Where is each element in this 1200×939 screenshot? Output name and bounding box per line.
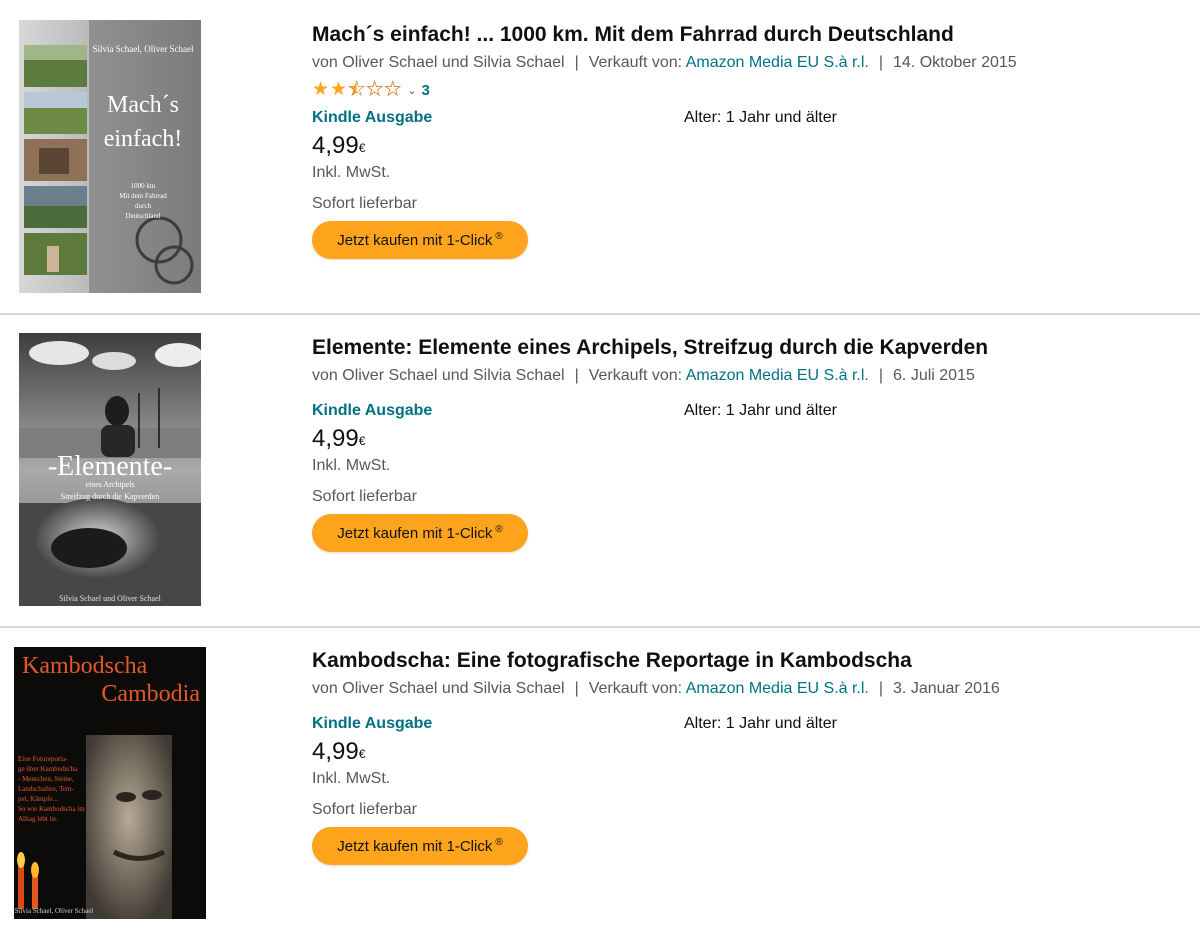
cover-title-line1: Mach´s [107,92,179,118]
price: 4,99€ [312,738,1182,766]
cover-subtitle-line: Mit dem Fahrrad [119,192,167,200]
star-empty-icon: ★ [384,79,402,100]
cover-subtitle-line: durch [135,202,151,210]
cover-authors: Silvia Schael, Oliver Schael [93,44,194,54]
age-rating: Alter: 1 Jahr und älter [684,109,837,126]
vat-note: Inkl. MwSt. [312,770,391,787]
availability-text: Sofort lieferbar [312,801,417,818]
separator: | [878,680,884,697]
search-result: -Elemente- eines Archipels Streifzug dur… [0,313,1200,626]
registered-mark: ® [495,230,503,242]
byline: von Oliver Schael und Silvia Schael | Verk… [312,365,1182,387]
result-details: Elemente: Elemente eines Archipels, Stre… [312,335,1182,552]
book-cover-image[interactable]: Silvia Schael, Oliver Schael Mach´s einf… [19,20,201,293]
cover-blurb-line: Landschaften, Tem- [18,785,74,793]
result-details: Kambodscha: Eine fotografische Reportage… [312,648,1182,865]
separator: | [574,54,579,71]
vat-note: Inkl. MwSt. [312,457,391,474]
age-rating: Alter: 1 Jahr und älter [684,402,837,419]
cover-title-line2: einfach! [104,126,183,152]
buy-now-1-click-button[interactable]: Jetzt kaufen mit 1-Click ® [312,221,528,259]
rating-widget[interactable]: ★ ★ ★ ★ ★ ⌄ 3 [312,79,1182,100]
search-result: Silvia Schael, Oliver Schael Mach´s einf… [0,0,1200,313]
publication-date: 6. Juli 2015 [893,367,975,384]
cover-blurb-line: So wie Kambodscha im [18,805,85,813]
result-details: Mach´s einfach! ... 1000 km. Mit dem Fah… [312,22,1182,259]
buy-button-label: Jetzt kaufen mit 1-Click [337,231,493,249]
product-title-link[interactable]: Kambodscha: Eine fotografische Reportage… [312,648,1182,674]
registered-mark: ® [495,523,503,535]
cover-blurb-line: ge über Kambodscha [18,765,78,773]
book-cover-image[interactable]: -Elemente- eines Archipels Streifzug dur… [19,333,201,606]
byline: von Oliver Schael und Silvia Schael | Verk… [312,678,1182,700]
separator: | [878,367,884,384]
seller-link[interactable]: Amazon Media EU S.à r.l. [686,367,869,384]
product-title-link[interactable]: Elemente: Elemente eines Archipels, Stre… [312,335,1182,361]
buy-button-label: Jetzt kaufen mit 1-Click [337,837,493,855]
authors-text: von Oliver Schael und Silvia Schael [312,367,565,384]
separator: | [878,54,884,71]
star-rating[interactable]: ★ ★ ★ ★ ★ [312,79,402,100]
cover-subtitle-line: Deutschland [126,212,161,220]
star-half-icon: ★ [348,79,366,100]
age-rating: Alter: 1 Jahr und älter [684,715,837,732]
price: 4,99€ [312,425,1182,453]
registered-mark: ® [495,836,503,848]
cover-subtitle-line1: eines Archipels [85,480,134,489]
byline: von Oliver Schael und Silvia Schael | Verk… [312,52,1182,74]
availability-text: Sofort lieferbar [312,195,417,212]
product-title-link[interactable]: Mach´s einfach! ... 1000 km. Mit dem Fah… [312,22,1182,48]
buy-now-1-click-button[interactable]: Jetzt kaufen mit 1-Click ® [312,827,528,865]
price: 4,99€ [312,132,1182,160]
search-result: Kambodscha Cambodia Eine Fotoreporta- ge… [0,626,1200,939]
cover-authors: Silvia Schael und Oliver Schael [59,594,162,603]
publication-date: 14. Oktober 2015 [893,54,1017,71]
sold-by-label: Verkauft von: [588,54,683,71]
star-filled-icon: ★ [312,79,330,100]
rating-count-link[interactable]: 3 [421,82,429,99]
star-empty-icon: ★ [366,79,384,100]
price-value: 4,99 [312,425,359,452]
chevron-down-icon[interactable]: ⌄ [407,84,416,97]
cover-title-line2: Cambodia [101,681,200,707]
cover-authors: Silvia Schael, Oliver Schael [15,907,94,915]
cover-blurb-line: pel, Kämpfe... [18,795,58,803]
book-cover-image[interactable]: Kambodscha Cambodia Eine Fotoreporta- ge… [14,647,206,919]
availability-text: Sofort lieferbar [312,488,417,505]
sold-by-label: Verkauft von: [588,680,683,697]
currency-symbol: € [358,747,366,761]
authors-text: von Oliver Schael und Silvia Schael [312,54,565,71]
buy-now-1-click-button[interactable]: Jetzt kaufen mit 1-Click ® [312,514,528,552]
authors-text: von Oliver Schael und Silvia Schael [312,680,565,697]
price-value: 4,99 [312,132,359,159]
publication-date: 3. Januar 2016 [893,680,1000,697]
separator: | [574,367,579,384]
cover-title-line1: Kambodscha [22,653,148,679]
sold-by-label: Verkauft von: [588,367,683,384]
buy-button-label: Jetzt kaufen mit 1-Click [337,524,493,542]
cover-subtitle-line: 1000 km [131,182,156,190]
star-filled-icon: ★ [330,79,348,100]
currency-symbol: € [358,434,366,448]
price-value: 4,99 [312,738,359,765]
seller-link[interactable]: Amazon Media EU S.à r.l. [686,680,869,697]
cover-subtitle-line2: Streifzug durch die Kapverden [61,492,159,501]
separator: | [574,680,579,697]
cover-blurb-line: Alltag lebt ist. [18,815,58,823]
vat-note: Inkl. MwSt. [312,164,391,181]
seller-link[interactable]: Amazon Media EU S.à r.l. [686,54,869,71]
cover-blurb-line: - Menschen, Steine, [18,775,74,783]
cover-blurb-line: Eine Fotoreporta- [18,755,68,763]
currency-symbol: € [358,141,366,155]
cover-title: -Elemente- [48,451,172,482]
